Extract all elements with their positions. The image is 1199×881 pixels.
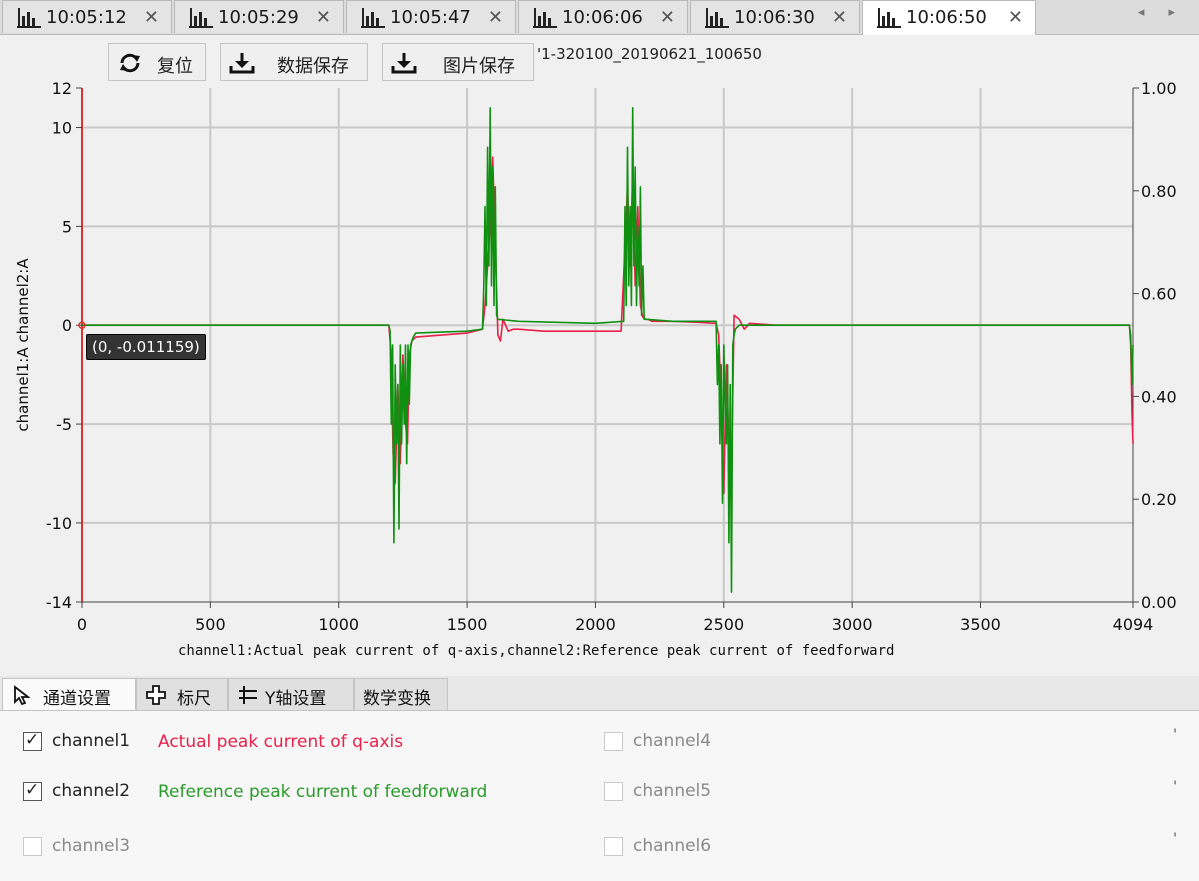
tab-10-06-50[interactable]: 10:06:50 ✕ <box>862 0 1036 35</box>
tab-label: 10:05:29 <box>218 7 299 28</box>
x-tick-label: 3000 <box>832 615 873 634</box>
document-tab-strip: 10:05:12 ✕ 10:05:29 ✕ 10:05:47 ✕ 10:06:0… <box>0 0 1199 35</box>
channel4-checkbox[interactable] <box>604 732 623 751</box>
y2-tick-label: 1.00 <box>1141 79 1177 98</box>
y-tick-label: 0 <box>62 316 72 335</box>
download-icon <box>229 53 255 74</box>
cursor-readout: (0, -0.011159) <box>86 334 206 360</box>
x-tick-label: 0 <box>77 615 87 634</box>
tab-label: 标尺 <box>177 689 211 709</box>
channel2-label: channel2 <box>52 781 131 801</box>
close-icon[interactable]: ✕ <box>832 7 847 28</box>
channel-settings-panel: ✓ channel1 Actual peak current of q-axis… <box>0 711 1199 881</box>
tab-label: 通道设置 <box>43 689 111 709</box>
bar-chart-icon <box>533 8 557 28</box>
tab-scroll-arrows[interactable]: ◂ ▸ <box>1138 5 1185 20</box>
channel3-checkbox[interactable] <box>23 837 42 856</box>
tab-label: 数学变换 <box>363 689 431 709</box>
plot-background <box>82 88 1133 602</box>
tab-math-transform[interactable]: 数学变换 <box>354 678 448 710</box>
close-icon[interactable]: ✕ <box>488 7 503 28</box>
checkmark-icon: ✓ <box>25 780 40 800</box>
file-title: '1-320100_20190621_100650 <box>537 45 762 63</box>
tab-10-06-06[interactable]: 10:06:06 ✕ <box>518 0 688 33</box>
refresh-icon <box>120 53 140 73</box>
channel1-description[interactable]: Actual peak current of q-axis <box>158 732 403 752</box>
crosshair-icon <box>146 685 166 705</box>
channel1-checkbox[interactable]: ✓ <box>23 730 42 751</box>
tab-10-06-30[interactable]: 10:06:30 ✕ <box>690 0 860 33</box>
bar-chart-icon <box>877 8 901 28</box>
tab-10-05-47[interactable]: 10:05:47 ✕ <box>346 0 516 33</box>
tab-label: Y轴设置 <box>265 689 327 709</box>
close-icon[interactable]: ✕ <box>316 7 331 28</box>
channel4-label: channel4 <box>633 731 712 751</box>
reset-button[interactable]: 复位 <box>108 43 206 81</box>
channel2-description[interactable]: Reference peak current of feedforward <box>158 782 487 802</box>
tab-ruler[interactable]: 标尺 <box>136 678 228 710</box>
tab-y-axis-settings[interactable]: Y轴设置 <box>228 678 354 710</box>
save-image-button[interactable]: 图片保存 <box>382 43 534 81</box>
panel-marker: ' <box>1173 727 1177 743</box>
bar-chart-icon <box>361 8 385 28</box>
tab-label: 10:06:50 <box>906 7 987 28</box>
x-tick-label: 4094 <box>1113 615 1154 634</box>
x-tick-label: 1500 <box>447 615 488 634</box>
y-tick-label: -14 <box>46 593 72 612</box>
y2-tick-label: 0.60 <box>1141 285 1177 304</box>
bar-chart-icon <box>17 8 41 28</box>
y-axis-label: channel1:A channel2:A <box>14 258 32 432</box>
reset-label: 复位 <box>157 56 193 77</box>
y2-tick-label: 0.00 <box>1141 593 1177 612</box>
tab-label: 10:05:12 <box>46 7 127 28</box>
x-tick-label: 2500 <box>703 615 744 634</box>
tab-label: 10:06:06 <box>562 7 643 28</box>
save-data-button[interactable]: 数据保存 <box>220 43 368 81</box>
save-image-label: 图片保存 <box>443 56 515 77</box>
tab-10-05-12[interactable]: 10:05:12 ✕ <box>2 0 172 33</box>
x-tick-label: 1000 <box>318 615 359 634</box>
tab-channel-settings[interactable]: 通道设置 <box>2 678 136 710</box>
close-icon[interactable]: ✕ <box>660 7 675 28</box>
close-icon[interactable]: ✕ <box>144 7 159 28</box>
panel-marker: ' <box>1173 831 1177 847</box>
panel-marker: ' <box>1173 779 1177 795</box>
y-tick-label: -5 <box>56 415 72 434</box>
settings-tab-strip: 通道设置 标尺 Y轴设置 数学变换 <box>0 676 1199 711</box>
x-tick-label: 3500 <box>960 615 1001 634</box>
channel1-label: channel1 <box>52 731 131 751</box>
cursor-icon <box>14 685 31 705</box>
checkmark-icon: ✓ <box>25 730 40 750</box>
y-tick-label: 12 <box>52 79 72 98</box>
y-tick-label: 10 <box>52 119 72 138</box>
channel2-checkbox[interactable]: ✓ <box>23 780 42 801</box>
y2-tick-label: 0.80 <box>1141 182 1177 201</box>
channel5-label: channel5 <box>633 781 712 801</box>
channel6-label: channel6 <box>633 836 712 856</box>
tab-label: 10:05:47 <box>390 7 471 28</box>
channel3-label: channel3 <box>52 836 131 856</box>
bar-chart-icon <box>189 8 213 28</box>
channel6-checkbox[interactable] <box>604 837 623 856</box>
x-tick-label: 500 <box>195 615 226 634</box>
save-data-label: 数据保存 <box>277 56 349 77</box>
tab-label: 10:06:30 <box>734 7 815 28</box>
waveform-chart[interactable]: 12 10 5 0 -5 -10 -14 1.00 0.80 0.60 0.40 0.20 0.00 0 5… <box>0 75 1199 645</box>
y2-tick-label: 0.20 <box>1141 490 1177 509</box>
bar-chart-icon <box>705 8 729 28</box>
x-tick-label: 2000 <box>575 615 616 634</box>
channel5-checkbox[interactable] <box>604 782 623 801</box>
download-icon <box>391 53 417 74</box>
tab-10-05-29[interactable]: 10:05:29 ✕ <box>174 0 344 33</box>
y2-tick-label: 0.40 <box>1141 387 1177 406</box>
y-tick-label: 5 <box>62 217 72 236</box>
y-axis-icon <box>239 686 257 704</box>
close-icon[interactable]: ✕ <box>1008 7 1023 28</box>
x-axis-caption: channel1:Actual peak current of q-axis,c… <box>178 643 895 659</box>
y-tick-label: -10 <box>46 514 72 533</box>
